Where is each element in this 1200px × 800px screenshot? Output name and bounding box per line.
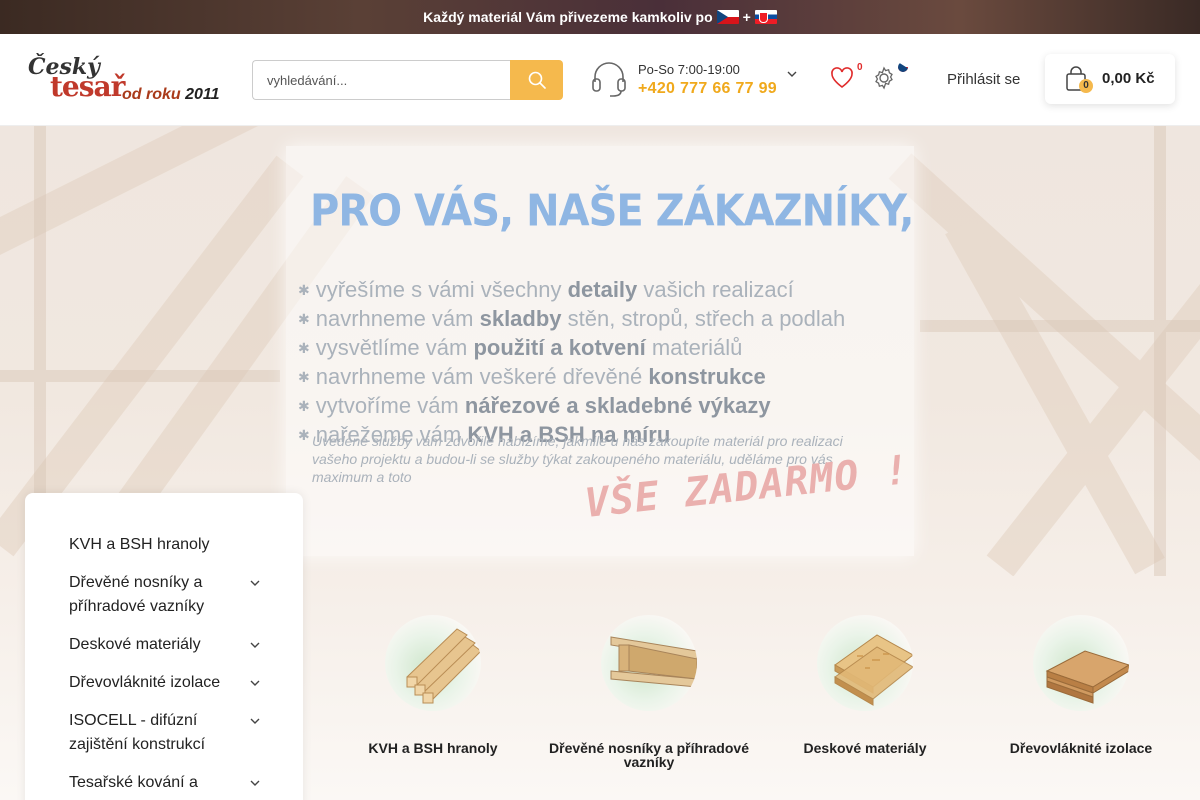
service-item: vytvoříme vám nářezové a skladebné výkaz… [298, 392, 845, 421]
sidebar-item-label: Deskové materiály [69, 636, 201, 653]
fiberboard-icon [1033, 615, 1129, 711]
slovak-flag-icon [754, 10, 777, 24]
search-icon [528, 71, 546, 89]
wishlist-button[interactable]: 0 [830, 62, 863, 95]
timber-beams-icon [385, 615, 481, 711]
gear-icon [875, 66, 893, 90]
cart-button[interactable]: 0 0,00 Kč [1045, 54, 1175, 104]
promo-text: Každý materiál Vám přivezeme kamkoliv po [423, 9, 713, 25]
chevron-down-icon[interactable] [249, 639, 261, 651]
services-banner[interactable]: PRO VÁS, NAŠE ZÁKAZNÍKY, vyřešíme s vámi… [286, 146, 914, 556]
service-item: navrhneme vám veškeré dřevěné konstrukce [298, 363, 845, 392]
settings-button[interactable] [872, 62, 908, 95]
services-list: vyřešíme s vámi všechny detaily vašich r… [298, 276, 846, 450]
opening-hours: Po-So 7:00-19:00 [638, 62, 740, 77]
promo-bar: Každý materiál Vám přivezeme kamkoliv po… [0, 0, 1200, 34]
cart-total: 0,00 Kč [1102, 70, 1155, 87]
chevron-down-icon[interactable] [249, 577, 261, 589]
category-label: Dřevovláknité izolace [1009, 740, 1153, 756]
sidebar-item[interactable]: ISOCELL - difúzní zajištění konstrukcí [25, 709, 303, 757]
sidebar-item-label: Dřevěné nosníky a příhradové vazníky [69, 574, 205, 615]
sidebar-item[interactable]: Dřevovláknité izolace [25, 671, 303, 695]
search-bar [252, 60, 563, 100]
sidebar-item[interactable]: Dřevěné nosníky a příhradové vazníky [25, 571, 303, 619]
service-item: vyřešíme s vámi všechny detaily vašich r… [298, 276, 845, 305]
chevron-down-icon [787, 71, 797, 77]
sidebar-item[interactable]: KVH a BSH hranoly [25, 533, 303, 557]
search-button[interactable] [510, 60, 563, 100]
contact-dropdown[interactable]: Po-So 7:00-19:00 +420 777 66 77 99 [590, 60, 810, 104]
login-link[interactable]: Přihlásit se [947, 71, 1020, 88]
language-flag-icon [898, 62, 908, 72]
sidebar-item[interactable]: Tesařské kování a [25, 771, 303, 795]
sidebar-item[interactable]: Deskové materiály [25, 633, 303, 657]
sidebar-item-label: Tesařské kování a [69, 774, 198, 791]
osb-boards-icon [817, 615, 913, 711]
i-beam-icon [601, 615, 697, 711]
chevron-down-icon[interactable] [249, 715, 261, 727]
banner-title: PRO VÁS, NAŠE ZÁKAZNÍKY, [310, 186, 914, 237]
chevron-down-icon[interactable] [249, 777, 261, 789]
category-card[interactable]: Dřevěné nosníky a příhradové vazníky [541, 615, 757, 769]
sidebar-item-label: Dřevovláknité izolace [69, 674, 221, 691]
search-input[interactable] [252, 60, 510, 100]
service-item: navrhneme vám skladby stěn, stropů, stře… [298, 305, 846, 334]
site-logo[interactable]: Český tesař od roku 2011 [24, 54, 224, 108]
heart-icon [831, 67, 853, 89]
chevron-down-icon[interactable] [249, 677, 261, 689]
sidebar-item-label: ISOCELL - difúzní zajištění konstrukcí [69, 712, 206, 753]
cart-count-badge: 0 [1079, 79, 1093, 93]
sidebar-item-label: KVH a BSH hranoly [69, 536, 210, 553]
category-label: Deskové materiály [803, 740, 927, 756]
category-card[interactable]: Dřevovláknité izolace [973, 615, 1189, 755]
category-card[interactable]: KVH a BSH hranoly [325, 615, 541, 755]
logo-line3: od roku 2011 [122, 86, 220, 103]
wishlist-count: 0 [857, 62, 863, 73]
service-item: vysvětlíme vám použití a kotvení materiá… [298, 334, 845, 363]
category-grid: KVH a BSH hranoly Dřevěné nosníky a příh… [325, 615, 1200, 775]
category-label: Dřevěné nosníky a příhradové vazníky [549, 740, 749, 770]
logo-line2: tesař [50, 70, 125, 103]
category-sidebar: KVH a BSH hranoly Dřevěné nosníky a příh… [25, 493, 303, 800]
phone-number[interactable]: +420 777 66 77 99 [638, 80, 777, 98]
site-header: Český tesař od roku 2011 Po-So 7:00-19:0… [0, 34, 1200, 126]
category-label: KVH a BSH hranoly [368, 740, 498, 756]
headset-icon [592, 62, 626, 97]
promo-plus: + [742, 9, 751, 25]
czech-flag-icon [716, 10, 739, 24]
category-card[interactable]: Deskové materiály [757, 615, 973, 755]
